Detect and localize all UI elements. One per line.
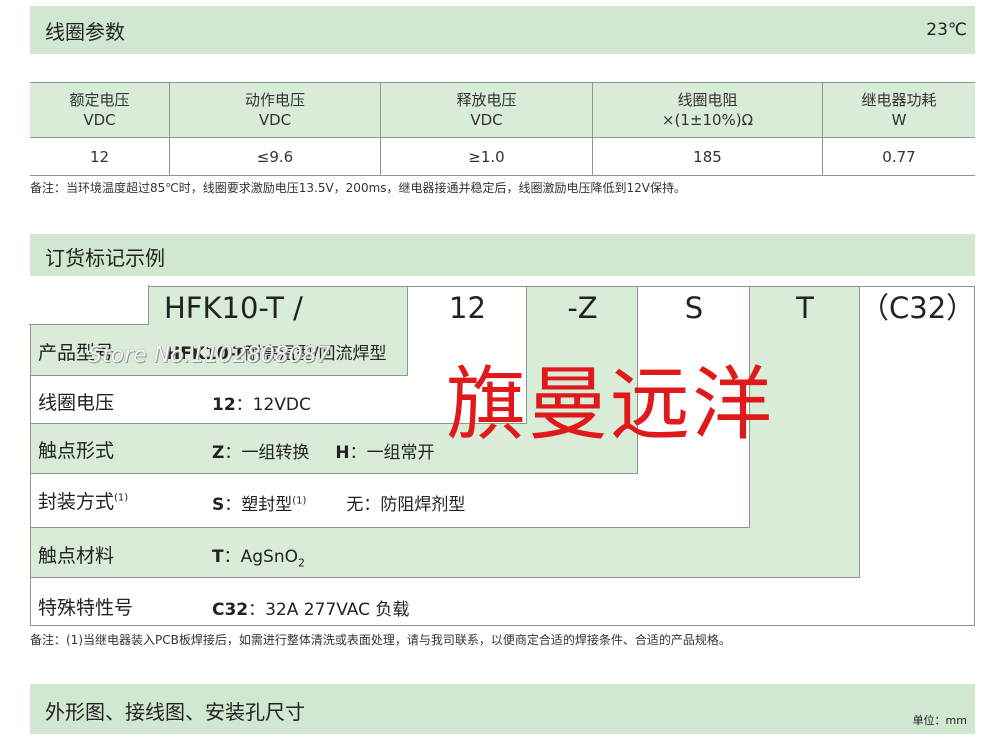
order-code-voltage: 12	[449, 291, 486, 325]
package-label: 封装方式(1)	[38, 491, 129, 513]
coil-section-title: 线圈参数	[45, 20, 125, 44]
contact-desc-2: 一组常开	[366, 443, 435, 463]
outline-section-header: 外形图、接线图、安装孔尺寸 单位：mm	[30, 684, 975, 734]
outline-section-title: 外形图、接线图、安装孔尺寸	[45, 700, 305, 724]
header-pickup-voltage: 动作电压 VDC	[169, 82, 381, 138]
package-value: S：塑封型(1) 无：防阻焊剂型	[212, 495, 466, 515]
header-coil-resistance: 线圈电阻 ×(1±10%)Ω	[592, 82, 823, 138]
coil-note: 备注：当环境温度超过85℃时，线圈要求激励电压13.5V，200ms，继电器接通…	[30, 181, 687, 195]
contact-code-1: Z	[212, 443, 225, 463]
order-note: 备注：(1)当继电器装入PCB板焊接后，如需进行整体清洗或表面处理，请与我司联系…	[30, 633, 731, 647]
coil-voltage-desc: 12VDC	[252, 395, 311, 415]
package-desc-footnote: (1)	[292, 495, 307, 507]
contact-form-label: 触点形式	[38, 440, 115, 462]
special-desc: 32A 277VAC 负载	[265, 600, 410, 620]
cell-release-voltage: ≥1.0	[380, 137, 593, 176]
contact-desc-1: 一组转换	[241, 443, 310, 463]
special-code: C32	[212, 600, 249, 620]
unit-label: 单位：mm	[912, 714, 967, 727]
package-desc: 塑封型	[241, 495, 293, 515]
order-section-title: 订货标记示例	[45, 246, 165, 270]
order-code-material: T	[796, 291, 814, 325]
cell-power-consumption: 0.77	[822, 137, 975, 176]
material-code: T	[212, 547, 224, 567]
coil-parameters-table: 额定电压 VDC 动作电压 VDC 释放电压 VDC 线圈电阻 ×(1±10%)Ω 继电…	[30, 82, 975, 176]
order-code-contact: -Z	[567, 291, 598, 325]
header-power-consumption: 继电器功耗 W	[822, 82, 975, 138]
product-notch	[29, 285, 149, 325]
order-code-package: S	[684, 291, 704, 325]
order-code-model: HFK10-T /	[164, 291, 303, 325]
contact-material-label: 触点材料	[38, 545, 115, 567]
contact-form-value: Z：一组转换 H：一组常开	[212, 443, 435, 463]
cell-rated-voltage: 12	[30, 137, 170, 176]
header-rated-voltage: 额定电压 VDC	[30, 82, 170, 138]
coil-section-header: 线圈参数 23℃	[30, 6, 975, 54]
special-value: C32：32A 277VAC 负载	[212, 600, 410, 620]
package-label-footnote: (1)	[114, 492, 129, 504]
package-code: S	[212, 495, 225, 515]
order-code-special: （C32）	[860, 291, 976, 325]
material-desc: AgSnO	[240, 547, 298, 567]
order-section-header: 订货标记示例	[30, 234, 975, 276]
brand-watermark: 旗曼远洋	[446, 358, 774, 451]
coil-voltage-label: 线圈电压	[38, 392, 115, 414]
cell-pickup-voltage: ≤9.6	[169, 137, 381, 176]
special-label: 特殊特性号	[38, 597, 134, 619]
material-subscript: 2	[297, 556, 305, 570]
cell-coil-resistance: 185	[592, 137, 823, 176]
temperature-label: 23℃	[926, 20, 967, 40]
coil-voltage-code: 12	[212, 395, 236, 415]
coil-voltage-value: 12：12VDC	[212, 395, 311, 415]
table-row: 12 ≤9.6 ≥1.0 185 0.77	[30, 137, 975, 176]
table-header-row: 额定电压 VDC 动作电压 VDC 释放电压 VDC 线圈电阻 ×(1±10%)Ω 继电…	[30, 82, 975, 138]
store-watermark: Store No.1102808087	[88, 343, 331, 368]
contact-code-2: H	[335, 443, 350, 463]
header-release-voltage: 释放电压 VDC	[380, 82, 593, 138]
package-alt: 无：防阻焊剂型	[346, 495, 466, 515]
contact-material-value: T：AgSnO2	[212, 547, 305, 570]
